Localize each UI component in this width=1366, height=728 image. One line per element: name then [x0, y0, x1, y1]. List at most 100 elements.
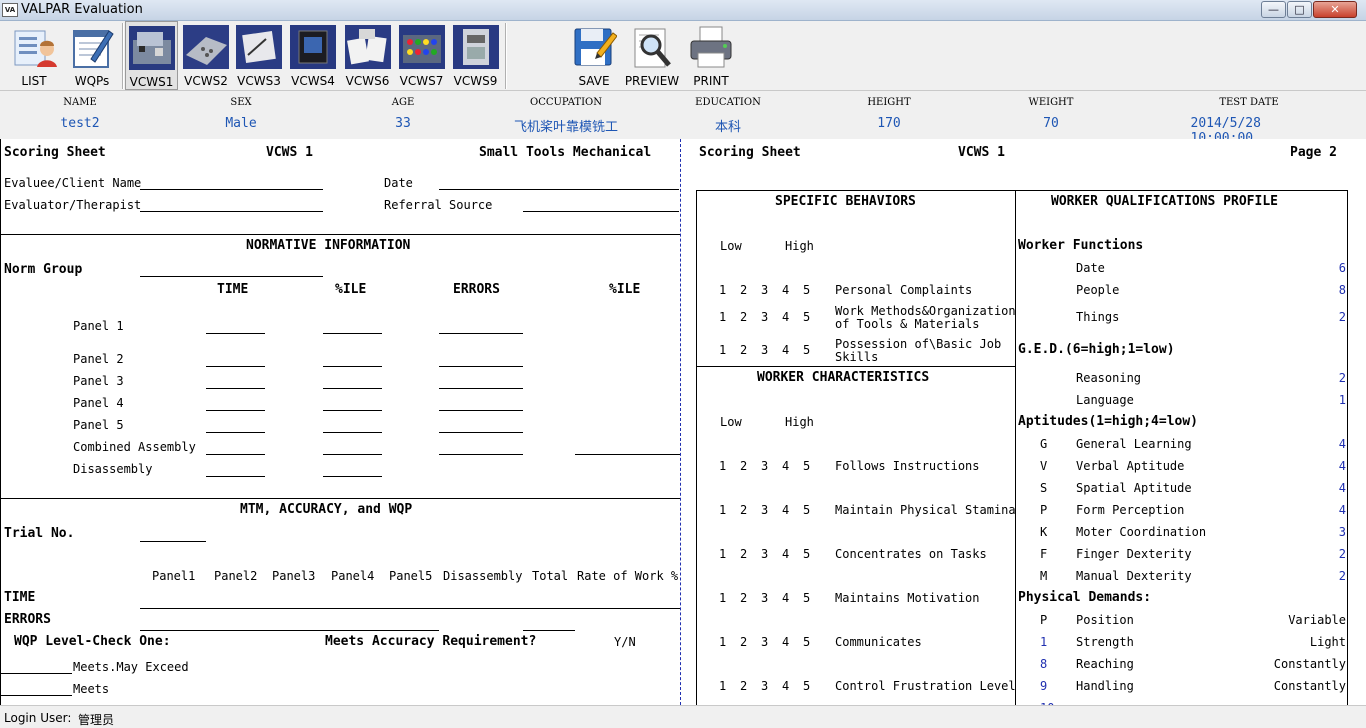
aptitude-label: Verbal Aptitude	[1076, 459, 1185, 473]
ged-value: 2	[1338, 371, 1346, 385]
page2-table-middle	[1015, 190, 1016, 705]
vcws1-label: VCWS1	[129, 75, 174, 89]
characteristics-low-label: Low	[720, 415, 742, 429]
test-date-header: TEST DATE	[1219, 97, 1279, 108]
scale-number-3: 3	[761, 547, 769, 561]
evaluator-field[interactable]	[140, 211, 323, 212]
wqps-button[interactable]: WQPs	[66, 21, 118, 90]
combined-assembly-label: Combined Assembly	[73, 440, 196, 454]
scale-number-1: 1	[719, 635, 727, 649]
vcws9-icon	[452, 25, 499, 69]
referral-field[interactable]	[523, 211, 679, 212]
scale-number-4: 4	[782, 635, 790, 649]
vcws7-button[interactable]: VCWS7	[396, 21, 447, 90]
scale-number-1: 1	[719, 503, 727, 517]
scale-number-5: 5	[803, 459, 811, 473]
list-button[interactable]: LIST	[8, 21, 60, 90]
yn-label: Y/N	[614, 635, 636, 649]
scoring-sheet-document[interactable]: Scoring Sheet VCWS 1 Small Tools Mechani…	[0, 139, 1366, 705]
close-button[interactable]: ✕	[1313, 1, 1357, 18]
aptitude-label: Form Perception	[1076, 503, 1185, 517]
physical-code: 1	[1040, 635, 1048, 649]
vcws2-label: VCWS2	[184, 74, 228, 88]
aptitudes-heading: Aptitudes(1=high;4=low)	[1018, 414, 1199, 429]
save-icon	[574, 28, 617, 66]
behavior-label: Skills	[835, 350, 879, 364]
trial-no-field[interactable]	[140, 541, 206, 542]
sex-value: Male	[225, 116, 257, 131]
list-label: LIST	[21, 74, 47, 88]
aptitude-code: M	[1040, 569, 1048, 583]
maximize-button[interactable]: □	[1287, 1, 1312, 18]
aptitude-label: Spatial Aptitude	[1076, 481, 1192, 495]
scale-number-5: 5	[803, 679, 811, 693]
print-button[interactable]: PRINT	[686, 21, 736, 90]
vcws2-icon	[183, 25, 229, 69]
vcws1-button[interactable]: VCWS1	[125, 21, 178, 90]
aptitude-value: 2	[1338, 569, 1346, 583]
norm-group-field[interactable]	[140, 276, 323, 277]
vcws4-button[interactable]: VCWS4	[287, 21, 339, 90]
col-rate-of-work: Rate of Work %	[577, 569, 679, 583]
page2-table-top	[696, 190, 1347, 191]
preview-button[interactable]: PREVIEW	[622, 21, 682, 90]
vcws3-button[interactable]: VCWS3	[234, 21, 284, 90]
behaviors-high-label: High	[785, 239, 814, 253]
errors-row-label: ERRORS	[4, 612, 51, 627]
patient-info-bar: NAME SEX AGE OCCUPATION EDUCATION HEIGHT…	[0, 91, 1366, 146]
window-title: VALPAR Evaluation	[21, 2, 143, 17]
normative-title: NORMATIVE INFORMATION	[246, 238, 411, 253]
panel-3-label: Panel 3	[73, 374, 124, 388]
characteristic-label: Follows Instructions	[835, 459, 980, 473]
time-row-field[interactable]	[140, 608, 680, 609]
name-header: NAME	[63, 97, 97, 108]
weight-header: WEIGHT	[1028, 97, 1074, 108]
status-bar: Login User: 管理员	[0, 705, 1366, 728]
ged-label: Language	[1076, 393, 1134, 407]
scale-number-4: 4	[782, 283, 790, 297]
evaluee-field[interactable]	[140, 189, 323, 190]
meets-check[interactable]	[0, 695, 72, 696]
physical-value: Constantly	[1273, 679, 1346, 693]
aptitude-value: 4	[1338, 481, 1346, 495]
worker-function-label: Date	[1076, 261, 1105, 275]
col-time: TIME	[217, 282, 249, 297]
date-field[interactable]	[439, 189, 679, 190]
name-value: test2	[60, 116, 100, 131]
meets-may-exceed-check[interactable]	[0, 673, 72, 674]
referral-label: Referral Source	[384, 198, 493, 212]
minimize-button[interactable]: —	[1261, 1, 1286, 18]
errors-row-field[interactable]	[140, 630, 439, 631]
vcws7-icon	[398, 25, 445, 69]
aptitude-value: 3	[1338, 525, 1346, 539]
ged-label: Reasoning	[1076, 371, 1142, 385]
aptitude-label: Finger Dexterity	[1076, 547, 1192, 561]
preview-icon	[634, 28, 671, 68]
vcws4-label: VCWS4	[291, 74, 335, 88]
col-panel5: Panel5	[389, 569, 433, 583]
wqps-label: WQPs	[74, 74, 110, 88]
height-header: HEIGHT	[867, 97, 911, 108]
normative-top-border	[0, 234, 680, 235]
page-number: Page 2	[1290, 145, 1337, 160]
scale-number-1: 1	[719, 679, 727, 693]
wqp-level-label: WQP Level-Check One:	[14, 634, 171, 649]
scale-number-5: 5	[803, 283, 811, 297]
scale-number-3: 3	[761, 310, 769, 324]
scale-number-5: 5	[803, 310, 811, 324]
aptitude-code: V	[1040, 459, 1048, 473]
physical-value: Light	[1309, 635, 1346, 649]
col-panel3: Panel3	[272, 569, 316, 583]
errors-total-field[interactable]	[523, 630, 575, 631]
save-button[interactable]: SAVE	[568, 21, 620, 90]
scale-number-2: 2	[740, 310, 748, 324]
aptitude-value: 2	[1338, 547, 1346, 561]
print-label: PRINT	[693, 74, 729, 88]
col-panel4: Panel4	[331, 569, 375, 583]
vcws2-button[interactable]: VCWS2	[181, 21, 231, 90]
mtm-top-border	[0, 498, 680, 499]
ged-value: 1	[1338, 393, 1346, 407]
vcws9-button[interactable]: VCWS9	[450, 21, 501, 90]
vcws6-button[interactable]: VCWS6	[342, 21, 393, 90]
occupation-value: 飞机桨叶靠模铣工	[513, 120, 619, 135]
